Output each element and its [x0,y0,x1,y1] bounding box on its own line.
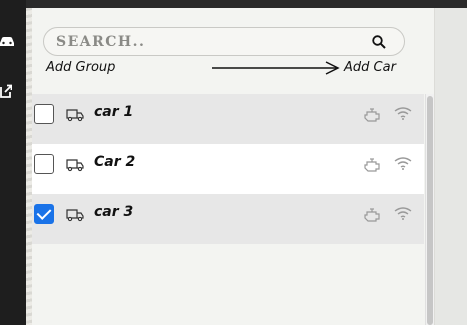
external-link-icon[interactable] [0,84,14,100]
truck-icon [66,109,84,122]
search-icon[interactable] [371,34,387,50]
wifi-icon [394,107,412,120]
app-sidebar [0,0,26,325]
right-panel-edge [434,8,467,325]
car-icon[interactable] [0,34,14,50]
wifi-icon [394,207,412,220]
add-group-link[interactable]: Add Group [46,60,115,75]
car-row[interactable]: Car 2 [32,144,424,194]
car-row[interactable]: car 1 [32,94,424,144]
car-name: Car 2 [94,154,136,170]
engine-icon [364,208,380,222]
car-row[interactable]: car 3 [32,194,424,244]
car-list: car 1 Car 2 car 3 [32,94,424,244]
engine-icon [364,108,380,122]
search-input[interactable] [56,30,356,53]
vehicle-list-panel: Add Group Add Car car 1 [32,8,434,325]
search-box [43,27,405,56]
arrow-right-icon [212,61,340,75]
truck-icon [66,159,84,172]
car-name: car 1 [94,104,134,120]
add-car-link[interactable]: Add Car [344,60,396,75]
list-scrollbar[interactable] [425,94,434,325]
car-checkbox[interactable] [34,154,54,174]
top-bar [0,0,467,8]
wifi-icon [394,157,412,170]
scrollbar-thumb[interactable] [427,96,433,325]
engine-icon [364,158,380,172]
car-checkbox[interactable] [34,104,54,124]
car-name: car 3 [94,204,134,220]
car-checkbox[interactable] [34,204,54,224]
truck-icon [66,209,84,222]
